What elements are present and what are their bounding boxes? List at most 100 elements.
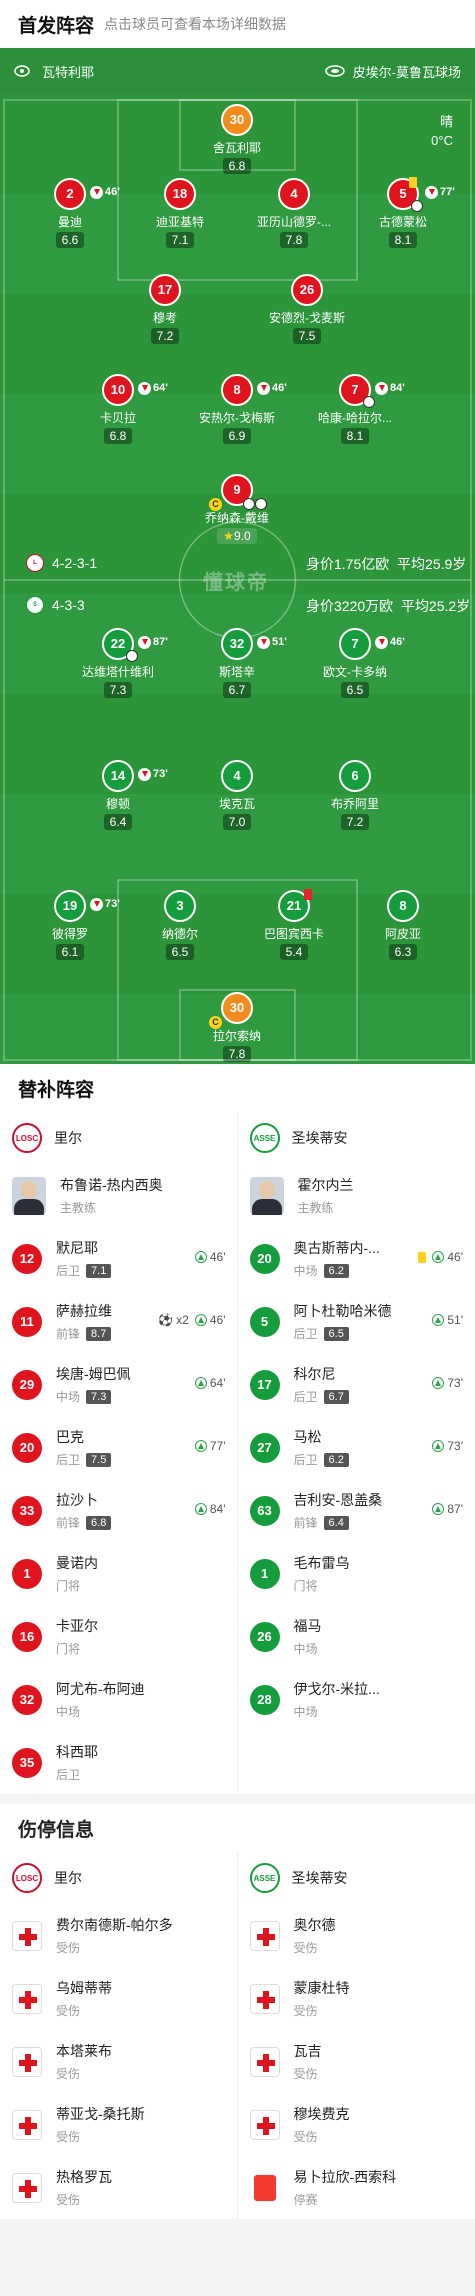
away-player[interactable]: 14 73' 穆顿 6.4	[73, 760, 168, 831]
injury-row[interactable]: 穆埃费克 受伤	[238, 2093, 475, 2156]
home-player[interactable]: 5 77' 古德蒙松 8.1	[358, 177, 455, 249]
home-player[interactable]: 26 安德烈-戈麦斯 7.5	[262, 274, 352, 345]
injury-info: 瓦吉 受伤	[294, 2041, 322, 2082]
player-rating-value: 9.0	[234, 529, 251, 543]
goal-ball-icon: ⚽	[158, 1313, 174, 1327]
sub-name: 默尼耶	[56, 1240, 98, 1256]
sub-info: 毛布雷乌 门将	[294, 1553, 350, 1594]
sub-row[interactable]: 29 埃唐-姆巴佩 中场 7.3 64'	[0, 1353, 238, 1416]
home-player[interactable]: 18 迪亚基特 7.1	[135, 178, 225, 249]
sub-row[interactable]: 1 曼诺内 门将	[0, 1542, 238, 1605]
player-name: 古德蒙松	[378, 215, 427, 229]
home-subs-column: LOSC 里尔 布鲁诺-热内西奥 主教练 12 默尼耶 后卫 7.1 46' 11 萨赫拉维…	[0, 1112, 238, 1794]
sub-row[interactable]: 17 科尔尼 后卫 6.7 73'	[238, 1353, 475, 1416]
sub-position: 中场	[293, 1264, 318, 1278]
away-player[interactable]: 3 纳德尔 6.5	[135, 890, 225, 961]
sub-name: 萨赫拉维	[56, 1303, 112, 1319]
sub-position: 后卫	[56, 1768, 81, 1782]
home-player[interactable]: 8 46' 安热尔-戈梅斯 6.9	[192, 374, 287, 445]
sub-row[interactable]: 63 吉利安-恩盖桑 前锋 6.4 87'	[238, 1479, 475, 1542]
sub-row[interactable]: 28 伊戈尔-米拉... 中场	[238, 1668, 475, 1731]
sub-info: 默尼耶后卫 7.1	[56, 1238, 112, 1279]
sub-out-marker: 73'	[138, 760, 168, 788]
player-rating: 7.2	[340, 814, 370, 830]
sub-out-icon	[375, 381, 388, 395]
home-formation-row: L 4-2-3-1 身价1.75亿欧 平均25.9岁	[0, 550, 475, 576]
injury-row[interactable]: 乌姆蒂蒂 受伤	[0, 1967, 238, 2030]
whistle-icon	[14, 65, 30, 77]
sub-info: 曼诺内 门将	[56, 1553, 98, 1594]
home-player[interactable]: 10 64' 卡贝拉 6.8	[73, 374, 168, 445]
sub-position: 前锋	[56, 1327, 81, 1341]
pitch-team-row: 瓦特利耶 皮埃尔-莫鲁瓦球场	[0, 48, 475, 94]
sub-in-icon	[194, 1251, 207, 1263]
sub-row[interactable]: 1 毛布雷乌 门将	[238, 1542, 475, 1605]
sub-row[interactable]: 16 卡亚尔 门将	[0, 1605, 238, 1668]
sub-in-icon	[432, 1377, 445, 1389]
away-player[interactable]: 4 埃克瓦 7.0	[192, 760, 282, 831]
sub-row[interactable]: 5 阿卜杜勒哈米德 后卫 6.5 51'	[238, 1290, 475, 1353]
sub-row[interactable]: 12 默尼耶 后卫 7.1 46'	[0, 1227, 238, 1290]
stadium-icon	[324, 65, 345, 77]
sub-row[interactable]: 33 拉沙卜 前锋 6.8 84'	[0, 1479, 238, 1542]
home-player[interactable]: 30 舍瓦利耶 6.8	[192, 104, 282, 175]
away-player[interactable]: 19 73' 彼得罗 6.1	[25, 890, 120, 961]
sub-info: 萨赫拉维 前锋 8.7	[56, 1301, 112, 1342]
sub-row[interactable]: 11 萨赫拉维 前锋 8.7 ⚽ x2 46'	[0, 1290, 238, 1353]
home-player[interactable]: 2 46' 曼迪 6.6	[25, 178, 120, 249]
injury-row[interactable]: 费尔南德斯-帕尔多 受伤	[0, 1904, 238, 1967]
sub-row[interactable]: 27 马松 后卫 6.2 73'	[238, 1416, 475, 1479]
sub-row[interactable]: 20 巴克 后卫 7.5 77'	[0, 1416, 238, 1479]
shirt-number-text: 10	[110, 382, 126, 397]
injury-row[interactable]: 易卜拉欣-西索科 停赛	[238, 2156, 475, 2219]
away-player[interactable]: 6 布乔阿里 7.2	[310, 760, 400, 831]
sub-meta: 后卫 7.1	[56, 1262, 112, 1279]
away-injury-column: ASSE 圣埃蒂安 奥尔德 受伤 蒙康杜特 受伤 瓦吉 受伤 穆埃费克 受伤 易卜拉欣-…	[238, 1852, 475, 2219]
player-name: 埃克瓦	[218, 797, 255, 811]
away-player[interactable]: 21 巴图宾西卡 5.4	[249, 889, 339, 961]
away-player[interactable]: 8 阿皮亚 6.3	[358, 890, 448, 961]
home-player[interactable]: 4 亚历山德罗-... 7.8	[249, 178, 339, 249]
home-team-header: LOSC 里尔	[0, 1112, 238, 1164]
shirt-number-text: 9	[233, 482, 241, 497]
home-player[interactable]: 9C 乔纳森-戴维 ★9.0	[192, 474, 282, 545]
sub-position: 门将	[56, 1579, 81, 1593]
sub-out-marker: 46'	[90, 178, 120, 206]
home-player[interactable]: 17 穆考 7.2	[120, 274, 210, 345]
sub-name: 阿卜杜勒哈米德	[293, 1303, 392, 1319]
player-rating: 7.0	[222, 814, 252, 830]
sub-in-minute: 84'	[209, 1502, 226, 1516]
sub-number: 1	[249, 1558, 280, 1589]
home-coach-row[interactable]: 布鲁诺-热内西奥 主教练	[0, 1164, 238, 1227]
player-name: 纳德尔	[161, 927, 198, 941]
sub-out-marker: 84'	[375, 374, 405, 402]
injury-row[interactable]: 本塔莱布 受伤	[0, 2030, 238, 2093]
shirt-number: 5 77'	[387, 177, 455, 212]
sub-position: 门将	[293, 1579, 318, 1593]
coach-info: 霍尔内兰 主教练	[298, 1175, 354, 1216]
weather-box: 晴 0°C	[431, 112, 453, 150]
injury-row[interactable]: 蒂亚戈-桑托斯 受伤	[0, 2093, 238, 2156]
shirt-number: 8 46'	[221, 374, 287, 406]
home-player[interactable]: 7 84' 哈康-哈拉尔... 8.1	[310, 374, 405, 445]
away-player[interactable]: 30 C 拉尔索纳 7.8	[192, 992, 282, 1063]
sub-rating: 6.8	[86, 1515, 112, 1530]
injury-row[interactable]: 奥尔德 受伤	[238, 1904, 475, 1967]
player-rating: 6.5	[165, 944, 195, 960]
sub-row[interactable]: 26 福马 中场	[238, 1605, 475, 1668]
sub-out-minute: 51'	[272, 636, 287, 648]
sub-row[interactable]: 20 奥古斯蒂内-... 中场 6.2 46'	[238, 1227, 475, 1290]
injury-row[interactable]: 瓦吉 受伤	[238, 2030, 475, 2093]
injury-row[interactable]: 蒙康杜特 受伤	[238, 1967, 475, 2030]
away-coach-row[interactable]: 霍尔内兰 主教练	[238, 1164, 475, 1227]
sub-row[interactable]: 32 阿尤布-布阿迪 中场	[0, 1668, 238, 1731]
player-rating: 6.8	[103, 428, 133, 444]
coach-avatar	[249, 1176, 284, 1215]
sub-row[interactable]: 35 科西耶 后卫	[0, 1731, 238, 1794]
player-name: 舍瓦利耶	[212, 141, 261, 155]
away-player[interactable]: 7 46' 欧文-卡多纳 6.5	[310, 628, 405, 699]
away-player[interactable]: 22 87' 达维塔什维利 7.3	[73, 628, 168, 699]
away-player[interactable]: 32 51' 斯塔辛 6.7	[192, 628, 287, 699]
sub-info: 阿卜杜勒哈米德 后卫 6.5	[294, 1301, 392, 1342]
injury-row[interactable]: 热格罗瓦 受伤	[0, 2156, 238, 2219]
